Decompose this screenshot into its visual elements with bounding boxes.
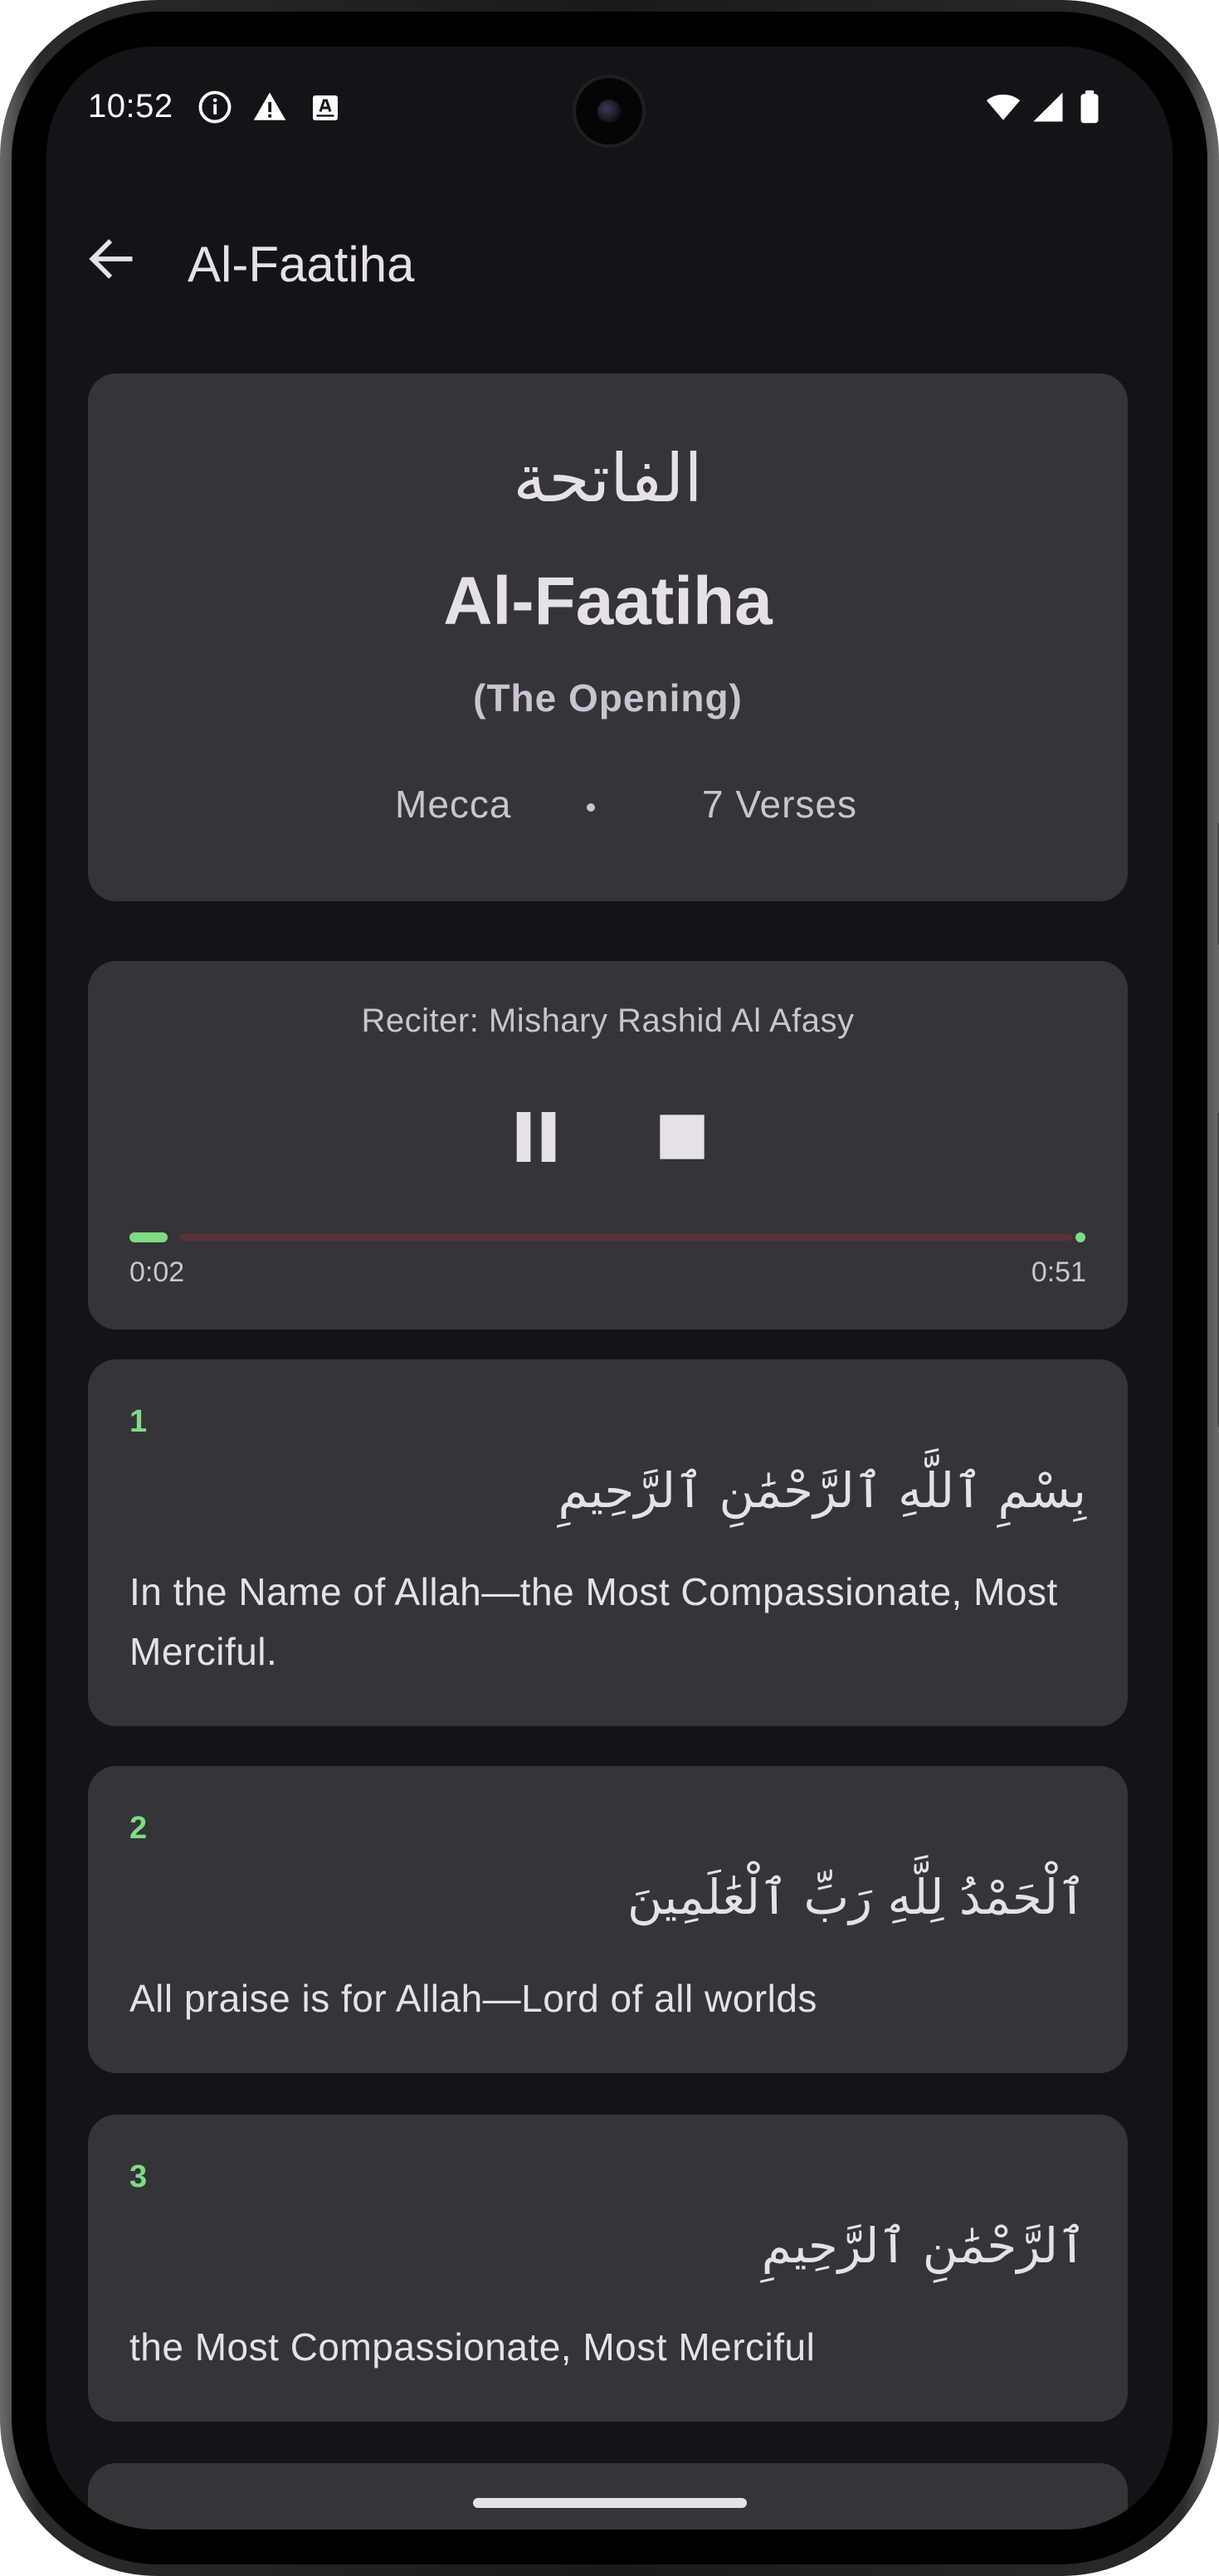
phone-frame: 10:52 Al-Faatiha الفاتحة Al-Faatiha (The… [0, 0, 1219, 2576]
verse-card[interactable]: 2 ٱلْحَمْدُ لِلَّهِ رَبِّ ٱلْعَٰلَمِينَ … [88, 1766, 1128, 2073]
screen: 10:52 Al-Faatiha الفاتحة Al-Faatiha (The… [46, 46, 1173, 2530]
progress-slider[interactable] [129, 1230, 1085, 1245]
status-bar: 10:52 [46, 46, 1173, 179]
total-time: 0:51 [1031, 1256, 1086, 1288]
elapsed-time: 0:02 [129, 1256, 185, 1288]
top-app-bar: Al-Faatiha [46, 212, 1173, 304]
verse-count: 7 Verses [702, 783, 857, 826]
wifi-icon [986, 94, 1021, 120]
verse-arabic: ٱلْحَمْدُ لِلَّهِ رَبِّ ٱلْعَٰلَمِينَ [627, 1869, 1086, 1925]
auto-text-icon [313, 95, 338, 120]
home-indicator[interactable] [473, 2498, 747, 2508]
verse-translation: the Most Compassionate, Most Merciful [129, 2325, 816, 2369]
audio-player-card: Reciter: Mishary Rashid Al Afasy 0:02 0:… [88, 961, 1128, 1329]
battery-icon [1080, 90, 1099, 124]
stop-icon[interactable] [649, 1104, 715, 1170]
reciter-label: Reciter: Mishary Rashid Al Afasy [361, 1003, 855, 1039]
verse-card[interactable]: 1 بِسْمِ ٱللَّهِ ٱلرَّحْمَٰنِ ٱلرَّحِيمِ… [88, 1359, 1128, 1726]
verse-translation: All praise is for Allah—Lord of all worl… [129, 1977, 817, 2020]
progress-played [129, 1232, 168, 1242]
verse-arabic: ٱلرَّحْمَٰنِ ٱلرَّحِيمِ [761, 2217, 1086, 2274]
verse-translation: In the Name of Allah—the Most Compassion… [129, 1570, 1058, 1673]
verse-number: 2 [129, 1811, 148, 1846]
status-time: 10:52 [88, 88, 173, 124]
surah-english-name: Al-Faatiha [443, 564, 773, 639]
surah-header-card: الفاتحة Al-Faatiha (The Opening) Mecca 7… [88, 373, 1128, 901]
verse-arabic: بِسْمِ ٱللَّهِ ٱلرَّحْمَٰنِ ٱلرَّحِيمِ [558, 1462, 1086, 1519]
progress-remaining [179, 1234, 1072, 1241]
app-bar-title: Al-Faatiha [188, 237, 415, 292]
info-icon [198, 90, 232, 124]
alert-triangle-icon [253, 92, 286, 120]
front-camera [573, 75, 646, 148]
verse-number: 3 [129, 2159, 148, 2194]
pause-icon[interactable] [503, 1104, 569, 1170]
surah-arabic-name: الفاتحة [513, 440, 703, 517]
verse-number: 1 [129, 1404, 148, 1439]
verse-card-partial[interactable] [88, 2463, 1128, 2530]
separator-dot [587, 803, 595, 812]
surah-meta: Mecca 7 Verses [88, 782, 1128, 832]
progress-end-marker [1075, 1232, 1085, 1242]
surah-meaning: (The Opening) [473, 676, 743, 720]
arrow-left-icon[interactable] [83, 231, 139, 287]
verse-card[interactable]: 3 ٱلرَّحْمَٰنِ ٱلرَّحِيمِ the Most Compa… [88, 2115, 1128, 2422]
cellular-icon [1033, 92, 1063, 122]
revelation-place: Mecca [395, 783, 512, 826]
